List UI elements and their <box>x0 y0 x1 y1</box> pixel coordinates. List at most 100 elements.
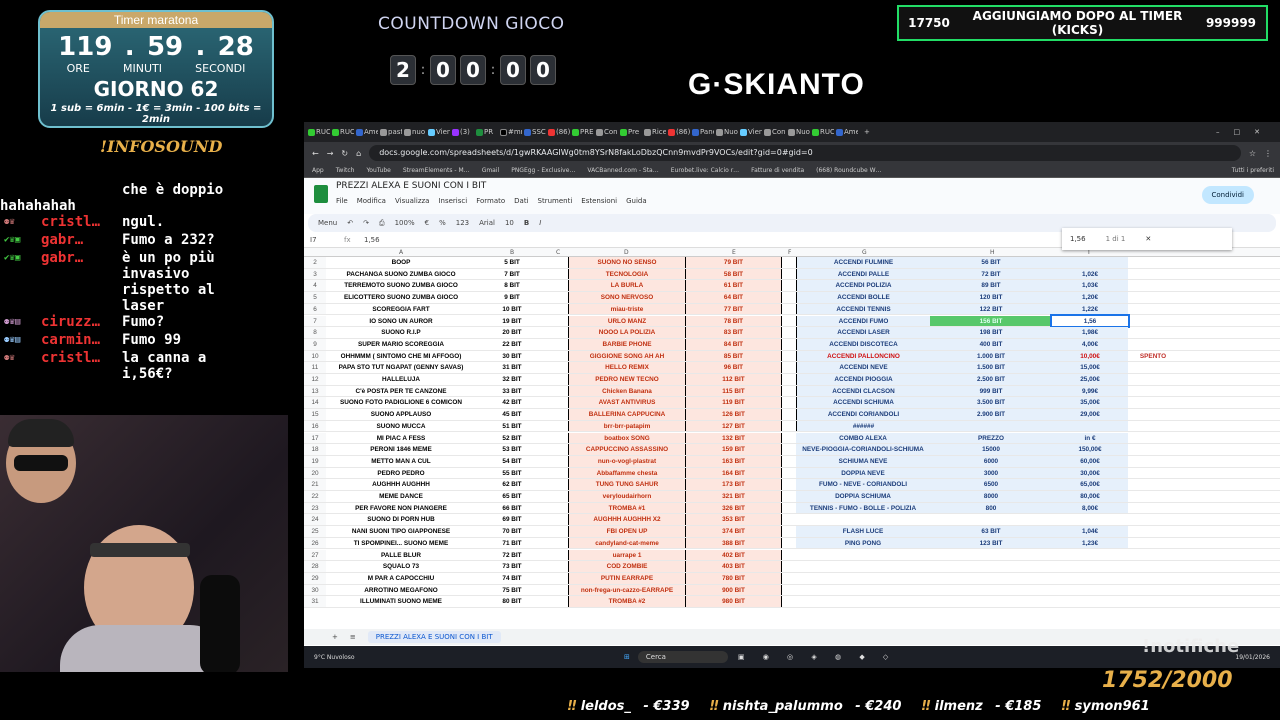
cell-effect-name[interactable]: ACCENDI DISCOTECA <box>796 338 930 350</box>
browser-tab[interactable]: (86) <box>668 125 690 139</box>
cell-note[interactable] <box>1128 561 1178 572</box>
cell-sound-price[interactable]: 8 BIT <box>476 280 548 291</box>
row-number[interactable]: 12 <box>304 374 326 385</box>
cell-sound-price-2[interactable]: 164 BIT <box>686 467 782 479</box>
cell-note[interactable] <box>1128 257 1178 268</box>
browser-tab[interactable]: (86) <box>548 125 570 139</box>
table-row[interactable]: 28 SQUALO 73 73 BIT COD ZOMBIE 403 BIT <box>304 561 1280 573</box>
cell-sound-name[interactable]: SCOREGGIA FART <box>326 304 476 315</box>
cell-sound-price-2[interactable]: 85 BIT <box>686 350 782 362</box>
cell-sound-name-2[interactable]: uarrape 1 <box>568 549 686 561</box>
cell-effect-bits[interactable] <box>930 550 1052 561</box>
cell-sound-name[interactable]: SUPER MARIO SCOREGGIA <box>326 339 476 350</box>
cell-effect-bits[interactable]: 3.500 BIT <box>930 397 1052 409</box>
cell-sound-name-2[interactable]: FBI OPEN UP <box>568 526 686 537</box>
table-row[interactable]: 23 PER FAVORE NON PIANGERE 66 BIT TROMBA #1… <box>304 502 1280 515</box>
cell-effect-bits[interactable]: 2.900 BIT <box>930 409 1052 420</box>
cell-effect-name[interactable] <box>796 561 930 572</box>
column-header[interactable]: F <box>788 249 791 256</box>
bookmark-item[interactable]: Twitch <box>336 167 355 174</box>
menu-extensions[interactable]: Estensioni <box>581 197 617 205</box>
browser-tab[interactable]: Rice <box>644 125 666 139</box>
extensions-icon[interactable]: ⋮ <box>1264 149 1272 158</box>
bookmark-item[interactable]: Eurobet.live: Calcio r… <box>671 167 739 174</box>
cell-sound-price-2[interactable]: 79 BIT <box>686 257 782 268</box>
cell-sound-price-2[interactable]: 353 BIT <box>686 514 782 526</box>
cell-sound-price-2[interactable]: 61 BIT <box>686 280 782 292</box>
cell-note[interactable] <box>1128 386 1178 397</box>
cell-sound-name-2[interactable]: boatbox SONG <box>568 432 686 444</box>
cell-sound-price-2[interactable]: 127 BIT <box>686 420 782 432</box>
cell-sound-name-2[interactable]: AUGHHH AUGHHH X2 <box>568 514 686 526</box>
cell-effect-euro[interactable] <box>1052 550 1128 561</box>
zoom-select[interactable]: 100% <box>395 219 415 227</box>
cell-effect-bits[interactable]: 3000 <box>930 467 1052 479</box>
column-header[interactable]: B <box>510 249 514 256</box>
cell-effect-euro[interactable] <box>1052 596 1128 607</box>
browser-tab[interactable]: nuo <box>404 125 426 139</box>
cell-effect-euro[interactable] <box>1052 420 1128 432</box>
cell-note[interactable] <box>1128 491 1178 502</box>
find-input[interactable]: 1,56 <box>1070 235 1086 243</box>
cell-effect-name[interactable]: ACCENDI LASER <box>796 327 930 338</box>
cell-sound-price-2[interactable]: 159 BIT <box>686 444 782 455</box>
cell-sound-price-2[interactable]: 58 BIT <box>686 268 782 280</box>
cell-sound-price-2[interactable]: 132 BIT <box>686 432 782 444</box>
cell-note[interactable] <box>1128 374 1178 385</box>
cell-sound-price-2[interactable]: 980 BIT <box>686 596 782 607</box>
cell-effect-bits[interactable]: 999 BIT <box>930 385 1052 397</box>
bookmark-item[interactable]: Gmail <box>482 167 500 174</box>
cell-sound-name-2[interactable]: veryloudairhorn <box>568 491 686 502</box>
cell-sound-price[interactable]: 72 BIT <box>476 550 548 561</box>
cell-effect-euro[interactable] <box>1052 257 1128 268</box>
table-row[interactable]: 14 SUONO FOTO PADIGLIONE 6 COMICON 42 BIT A… <box>304 397 1280 410</box>
cell-sound-name-2[interactable]: non-frega-un-cazzo-EARRAPE <box>568 584 686 596</box>
cell-sound-price[interactable]: 42 BIT <box>476 397 548 408</box>
formula-input[interactable]: 1,56 <box>364 236 380 244</box>
cell-sound-name[interactable]: ILLUMINATI SUONO MEME <box>326 596 476 607</box>
browser-tab[interactable]: SSC <box>524 125 546 139</box>
cell-sound-price[interactable]: 65 BIT <box>476 491 548 502</box>
cell-sound-name-2[interactable]: Chicken Banana <box>568 385 686 397</box>
cell-effect-bits[interactable]: 1.000 BIT <box>930 350 1052 362</box>
redo-icon[interactable]: ↷ <box>363 219 369 227</box>
row-number[interactable]: 13 <box>304 385 326 397</box>
cell-effect-name[interactable]: ACCENDI FULMINE <box>796 257 930 268</box>
cell-sound-price[interactable]: 53 BIT <box>476 444 548 455</box>
cell-effect-bits[interactable]: 89 BIT <box>930 280 1052 292</box>
browser-tab[interactable]: RUC <box>812 125 834 139</box>
cell-effect-name[interactable]: DOPPIA NEVE <box>796 467 930 479</box>
cell-effect-euro[interactable]: 29,00€ <box>1052 409 1128 420</box>
table-row[interactable]: 8 SUONO R.I.P 20 BIT NOOO LA POLIZIA 83 BIT A… <box>304 327 1280 339</box>
bookmark-item[interactable]: StreamElements - M… <box>403 167 470 174</box>
back-icon[interactable]: ← <box>312 149 319 158</box>
cell-note[interactable] <box>1128 538 1178 549</box>
menu-help[interactable]: Guida <box>626 197 647 205</box>
cell-sound-name[interactable]: ELICOTTERO SUONO ZUMBA GIOCO <box>326 292 476 303</box>
cell-effect-bits[interactable]: 56 BIT <box>930 257 1052 268</box>
cell-sound-name[interactable]: TI SPOMPINEI... SUONO MEME <box>326 538 476 549</box>
column-header[interactable]: D <box>624 249 629 256</box>
cell-effect-name[interactable]: ACCENDI SCHIUMA <box>796 397 930 409</box>
cell-sound-name-2[interactable]: SONO NERVOSO <box>568 292 686 303</box>
cell-sound-name-2[interactable]: BARBIE PHONE <box>568 338 686 350</box>
italic-button[interactable]: I <box>539 219 541 227</box>
cell-sound-name-2[interactable]: TUNG TUNG SAHUR <box>568 479 686 490</box>
cell-effect-bits[interactable] <box>930 561 1052 572</box>
table-row[interactable]: 18 PERONI 1846 MEME 53 BIT CAPPUCCINO ASSAS… <box>304 444 1280 456</box>
cell-effect-bits[interactable] <box>930 514 1052 525</box>
bookmark-item[interactable]: App <box>312 167 324 174</box>
sheet-tab[interactable]: PREZZI ALEXA E SUONI CON I BIT <box>367 631 501 643</box>
table-row[interactable]: 24 SUONO DI PORN HUB 69 BIT AUGHHH AUGHHH X… <box>304 514 1280 527</box>
cell-note[interactable] <box>1128 585 1178 596</box>
cell-effect-bits[interactable]: 198 BIT <box>930 327 1052 338</box>
cell-effect-bits[interactable]: 2.500 BIT <box>930 374 1052 385</box>
cell-sound-price[interactable]: 32 BIT <box>476 374 548 385</box>
cell-note[interactable] <box>1128 550 1178 561</box>
cell-sound-price[interactable]: 10 BIT <box>476 304 548 315</box>
cell-note[interactable] <box>1128 409 1178 420</box>
cell-note[interactable]: SPENTO <box>1128 351 1178 362</box>
cell-sound-name[interactable]: PERONI 1846 MEME <box>326 444 476 455</box>
cell-note[interactable] <box>1128 596 1178 607</box>
bookmark-item[interactable]: Tutti i preferiti <box>1232 167 1280 174</box>
